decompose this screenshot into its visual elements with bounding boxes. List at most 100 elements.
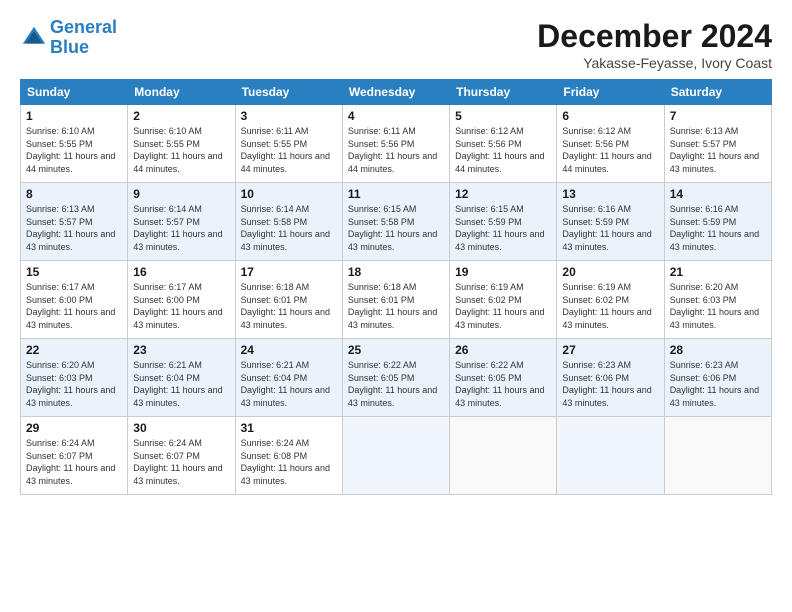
day-number: 15	[26, 265, 122, 279]
day-number: 31	[241, 421, 337, 435]
day-info: Sunrise: 6:12 AMSunset: 5:56 PMDaylight:…	[455, 125, 551, 175]
day-info: Sunrise: 6:21 AMSunset: 6:04 PMDaylight:…	[241, 359, 337, 409]
calendar-day-header: Thursday	[450, 80, 557, 105]
calendar-cell: 16 Sunrise: 6:17 AMSunset: 6:00 PMDayligh…	[128, 261, 235, 339]
day-number: 25	[348, 343, 444, 357]
day-info: Sunrise: 6:13 AMSunset: 5:57 PMDaylight:…	[670, 125, 766, 175]
day-info: Sunrise: 6:14 AMSunset: 5:57 PMDaylight:…	[133, 203, 229, 253]
day-info: Sunrise: 6:19 AMSunset: 6:02 PMDaylight:…	[455, 281, 551, 331]
calendar-cell: 11 Sunrise: 6:15 AMSunset: 5:58 PMDayligh…	[342, 183, 449, 261]
day-info: Sunrise: 6:17 AMSunset: 6:00 PMDaylight:…	[26, 281, 122, 331]
location: Yakasse-Feyasse, Ivory Coast	[537, 55, 772, 71]
day-number: 2	[133, 109, 229, 123]
day-info: Sunrise: 6:22 AMSunset: 6:05 PMDaylight:…	[455, 359, 551, 409]
day-number: 5	[455, 109, 551, 123]
day-number: 3	[241, 109, 337, 123]
calendar-cell: 7 Sunrise: 6:13 AMSunset: 5:57 PMDaylight…	[664, 105, 771, 183]
calendar-cell: 13 Sunrise: 6:16 AMSunset: 5:59 PMDayligh…	[557, 183, 664, 261]
day-info: Sunrise: 6:16 AMSunset: 5:59 PMDaylight:…	[670, 203, 766, 253]
day-number: 18	[348, 265, 444, 279]
day-info: Sunrise: 6:10 AMSunset: 5:55 PMDaylight:…	[133, 125, 229, 175]
day-info: Sunrise: 6:18 AMSunset: 6:01 PMDaylight:…	[348, 281, 444, 331]
calendar-cell	[557, 417, 664, 495]
day-number: 26	[455, 343, 551, 357]
day-number: 22	[26, 343, 122, 357]
day-info: Sunrise: 6:11 AMSunset: 5:56 PMDaylight:…	[348, 125, 444, 175]
logo-text: General Blue	[50, 18, 117, 58]
calendar-cell: 23 Sunrise: 6:21 AMSunset: 6:04 PMDayligh…	[128, 339, 235, 417]
calendar-cell	[450, 417, 557, 495]
day-number: 4	[348, 109, 444, 123]
calendar-cell: 24Sunrise: 6:21 AMSunset: 6:04 PMDayligh…	[235, 339, 342, 417]
day-number: 19	[455, 265, 551, 279]
calendar-cell: 8Sunrise: 6:13 AMSunset: 5:57 PMDaylight…	[21, 183, 128, 261]
calendar-cell: 29Sunrise: 6:24 AMSunset: 6:07 PMDayligh…	[21, 417, 128, 495]
day-number: 6	[562, 109, 658, 123]
day-number: 27	[562, 343, 658, 357]
calendar-day-header: Wednesday	[342, 80, 449, 105]
logo-icon	[20, 24, 48, 52]
calendar-day-header: Tuesday	[235, 80, 342, 105]
day-number: 11	[348, 187, 444, 201]
day-info: Sunrise: 6:23 AMSunset: 6:06 PMDaylight:…	[670, 359, 766, 409]
day-number: 7	[670, 109, 766, 123]
calendar-cell: 18 Sunrise: 6:18 AMSunset: 6:01 PMDayligh…	[342, 261, 449, 339]
day-info: Sunrise: 6:18 AMSunset: 6:01 PMDaylight:…	[241, 281, 337, 331]
day-info: Sunrise: 6:19 AMSunset: 6:02 PMDaylight:…	[562, 281, 658, 331]
calendar-cell: 30Sunrise: 6:24 AMSunset: 6:07 PMDayligh…	[128, 417, 235, 495]
calendar-cell: 9 Sunrise: 6:14 AMSunset: 5:57 PMDaylight…	[128, 183, 235, 261]
calendar-cell: 14 Sunrise: 6:16 AMSunset: 5:59 PMDayligh…	[664, 183, 771, 261]
calendar-cell: 10 Sunrise: 6:14 AMSunset: 5:58 PMDayligh…	[235, 183, 342, 261]
day-number: 20	[562, 265, 658, 279]
day-number: 9	[133, 187, 229, 201]
day-number: 23	[133, 343, 229, 357]
calendar-cell: 22 Sunrise: 6:20 AMSunset: 6:03 PMDayligh…	[21, 339, 128, 417]
day-number: 12	[455, 187, 551, 201]
day-info: Sunrise: 6:20 AMSunset: 6:03 PMDaylight:…	[670, 281, 766, 331]
day-info: Sunrise: 6:14 AMSunset: 5:58 PMDaylight:…	[241, 203, 337, 253]
page: General Blue December 2024 Yakasse-Feyas…	[0, 0, 792, 612]
day-info: Sunrise: 6:15 AMSunset: 5:59 PMDaylight:…	[455, 203, 551, 253]
calendar-cell: 31 Sunrise: 6:24 AMSunset: 6:08 PMDayligh…	[235, 417, 342, 495]
day-info: Sunrise: 6:24 AMSunset: 6:08 PMDaylight:…	[241, 437, 337, 487]
calendar-cell: 20 Sunrise: 6:19 AMSunset: 6:02 PMDayligh…	[557, 261, 664, 339]
day-info: Sunrise: 6:12 AMSunset: 5:56 PMDaylight:…	[562, 125, 658, 175]
header: General Blue December 2024 Yakasse-Feyas…	[20, 18, 772, 71]
title-block: December 2024 Yakasse-Feyasse, Ivory Coa…	[537, 18, 772, 71]
day-info: Sunrise: 6:13 AMSunset: 5:57 PMDaylight:…	[26, 203, 122, 253]
day-info: Sunrise: 6:15 AMSunset: 5:58 PMDaylight:…	[348, 203, 444, 253]
calendar-cell: 3 Sunrise: 6:11 AMSunset: 5:55 PMDaylight…	[235, 105, 342, 183]
calendar-cell: 12 Sunrise: 6:15 AMSunset: 5:59 PMDayligh…	[450, 183, 557, 261]
calendar-cell: 4 Sunrise: 6:11 AMSunset: 5:56 PMDaylight…	[342, 105, 449, 183]
day-info: Sunrise: 6:20 AMSunset: 6:03 PMDaylight:…	[26, 359, 122, 409]
day-info: Sunrise: 6:11 AMSunset: 5:55 PMDaylight:…	[241, 125, 337, 175]
day-info: Sunrise: 6:16 AMSunset: 5:59 PMDaylight:…	[562, 203, 658, 253]
day-info: Sunrise: 6:21 AMSunset: 6:04 PMDaylight:…	[133, 359, 229, 409]
day-number: 1	[26, 109, 122, 123]
day-number: 10	[241, 187, 337, 201]
calendar-cell: 26 Sunrise: 6:22 AMSunset: 6:05 PMDayligh…	[450, 339, 557, 417]
logo: General Blue	[20, 18, 117, 58]
day-number: 16	[133, 265, 229, 279]
calendar-cell: 5 Sunrise: 6:12 AMSunset: 5:56 PMDaylight…	[450, 105, 557, 183]
calendar-day-header: Saturday	[664, 80, 771, 105]
calendar-cell	[342, 417, 449, 495]
calendar-day-header: Sunday	[21, 80, 128, 105]
day-info: Sunrise: 6:22 AMSunset: 6:05 PMDaylight:…	[348, 359, 444, 409]
day-info: Sunrise: 6:17 AMSunset: 6:00 PMDaylight:…	[133, 281, 229, 331]
day-info: Sunrise: 6:23 AMSunset: 6:06 PMDaylight:…	[562, 359, 658, 409]
day-number: 14	[670, 187, 766, 201]
calendar-table: SundayMondayTuesdayWednesdayThursdayFrid…	[20, 79, 772, 495]
calendar-cell: 25 Sunrise: 6:22 AMSunset: 6:05 PMDayligh…	[342, 339, 449, 417]
calendar-cell: 15 Sunrise: 6:17 AMSunset: 6:00 PMDayligh…	[21, 261, 128, 339]
calendar-day-header: Monday	[128, 80, 235, 105]
calendar-cell: 2 Sunrise: 6:10 AMSunset: 5:55 PMDaylight…	[128, 105, 235, 183]
calendar-cell	[664, 417, 771, 495]
calendar-day-header: Friday	[557, 80, 664, 105]
calendar-cell: 21Sunrise: 6:20 AMSunset: 6:03 PMDayligh…	[664, 261, 771, 339]
day-info: Sunrise: 6:24 AMSunset: 6:07 PMDaylight:…	[26, 437, 122, 487]
day-number: 28	[670, 343, 766, 357]
day-number: 30	[133, 421, 229, 435]
day-number: 13	[562, 187, 658, 201]
calendar-cell: 27 Sunrise: 6:23 AMSunset: 6:06 PMDayligh…	[557, 339, 664, 417]
